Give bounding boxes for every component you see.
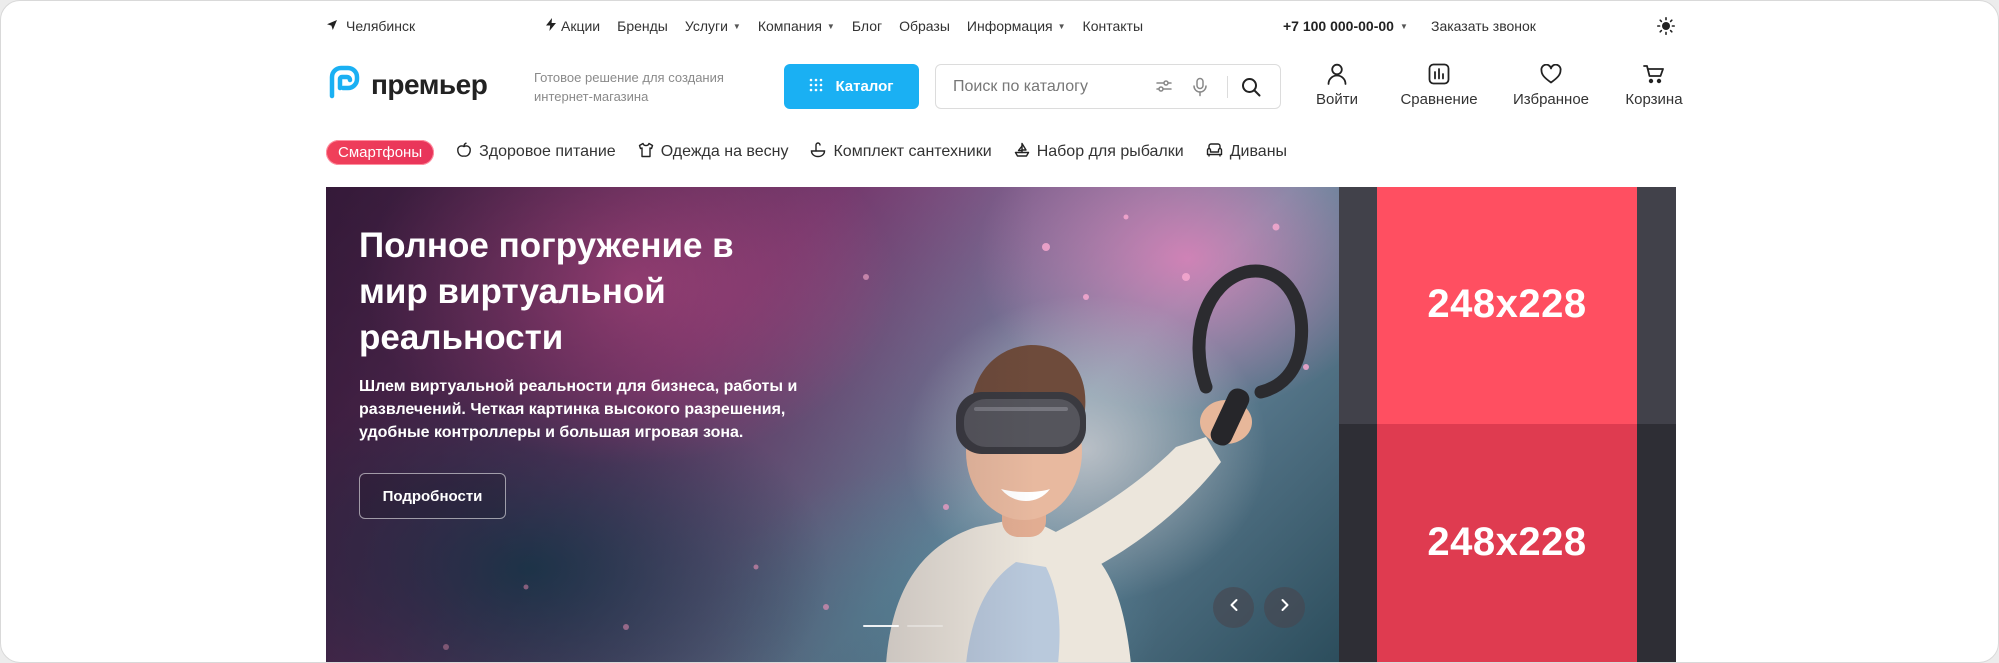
chip-smartphones[interactable]: Смартфоны bbox=[326, 139, 435, 165]
chip-label: Набор для рыбалки bbox=[1036, 143, 1184, 160]
nav-item-company[interactable]: Компания ▼ bbox=[758, 18, 835, 34]
apple-icon bbox=[456, 142, 472, 163]
header: премьер Готовое решение для создания инт… bbox=[326, 61, 1683, 111]
nav-item-label: Услуги bbox=[684, 18, 728, 34]
boat-icon bbox=[1014, 142, 1030, 163]
caret-down-icon: ▼ bbox=[826, 21, 835, 31]
nav-item-label: Образы bbox=[899, 18, 950, 34]
category-chips: Смартфоны Здоровое питание Одежда на вес… bbox=[326, 139, 1676, 165]
logo[interactable]: премьер bbox=[326, 65, 488, 104]
compare-button[interactable]: Сравнение bbox=[1399, 61, 1479, 108]
slider-dot[interactable] bbox=[863, 625, 899, 627]
hero-description: Шлем виртуальной реальности для бизнеса,… bbox=[359, 378, 798, 441]
favorites-button[interactable]: Избранное bbox=[1511, 61, 1591, 108]
nav-item-label: Блог bbox=[851, 18, 883, 34]
city-selector[interactable]: Челябинск bbox=[326, 18, 546, 34]
sofa-icon bbox=[1206, 142, 1223, 163]
search-input[interactable] bbox=[953, 77, 1153, 96]
caret-down-icon: ▼ bbox=[732, 21, 741, 31]
search-divider bbox=[1227, 76, 1228, 98]
cart-icon bbox=[1643, 61, 1665, 87]
caret-down-icon: ▼ bbox=[1057, 21, 1066, 31]
sun-icon[interactable] bbox=[1656, 16, 1676, 36]
catalog-button-label: Каталог bbox=[835, 78, 894, 95]
slider-dots bbox=[863, 625, 943, 627]
side-banner-bottom[interactable]: 248x228 bbox=[1377, 424, 1637, 662]
logo-text: премьер bbox=[371, 68, 488, 100]
nav-item-label: Информация bbox=[966, 18, 1053, 34]
user-icon bbox=[1327, 61, 1347, 87]
banner-size-label: 248x228 bbox=[1427, 520, 1587, 564]
browser-frame: Челябинск Акции Бренды Услуги ▼ Компания… bbox=[0, 0, 1999, 663]
nav-item-label: Акции bbox=[561, 18, 601, 34]
side-banner-top[interactable]: 248x228 bbox=[1377, 187, 1637, 424]
chip-label: Смартфоны bbox=[338, 143, 423, 161]
top-bar: Челябинск Акции Бренды Услуги ▼ Компания… bbox=[326, 13, 1676, 39]
bolt-icon bbox=[546, 18, 556, 34]
chip-label: Диваны bbox=[1229, 143, 1288, 160]
slider-dot[interactable] bbox=[907, 625, 943, 627]
filter-settings-icon[interactable] bbox=[1155, 77, 1173, 100]
grid-dots-icon bbox=[809, 78, 823, 96]
chip-label: Одежда на весну bbox=[660, 143, 789, 160]
phone-dropdown[interactable]: +7 100 000-00-00 ▼ bbox=[1283, 18, 1408, 34]
chevron-right-icon bbox=[1280, 598, 1290, 617]
heart-icon bbox=[1540, 61, 1562, 87]
hero-title: Полное погружение в мир виртуальной реал… bbox=[359, 226, 734, 357]
hero-more-button[interactable]: Подробности bbox=[359, 473, 506, 519]
microphone-icon[interactable] bbox=[1192, 77, 1208, 102]
login-button[interactable]: Войти bbox=[1308, 61, 1366, 108]
chip-spring-clothes[interactable]: Одежда на весну bbox=[638, 142, 789, 163]
search-box bbox=[935, 64, 1281, 109]
nav-item-blog[interactable]: Блог bbox=[852, 18, 882, 34]
location-arrow-icon bbox=[326, 18, 338, 34]
sink-icon bbox=[810, 141, 826, 163]
search-icon[interactable] bbox=[1241, 77, 1261, 102]
prev-slide-button[interactable] bbox=[1213, 587, 1254, 628]
chip-fishing-set[interactable]: Набор для рыбалки bbox=[1014, 142, 1184, 163]
nav-item-services[interactable]: Услуги ▼ bbox=[685, 18, 741, 34]
nav-item-info[interactable]: Информация ▼ bbox=[967, 18, 1066, 34]
tagline: Готовое решение для создания интернет-ма… bbox=[534, 70, 724, 104]
side-banners: 248x228 248x228 bbox=[1339, 187, 1676, 662]
nav-item-label: Контакты bbox=[1082, 18, 1144, 34]
catalog-button[interactable]: Каталог bbox=[784, 64, 919, 109]
nav-item-looks[interactable]: Образы bbox=[899, 18, 950, 34]
chip-plumbing-set[interactable]: Комплект сантехники bbox=[810, 141, 992, 163]
cart-label: Корзина bbox=[1625, 91, 1683, 108]
compare-label: Сравнение bbox=[1400, 91, 1478, 108]
header-actions: Войти Сравнение Избранное Корзина bbox=[1308, 61, 1689, 108]
chevron-left-icon bbox=[1229, 598, 1239, 617]
logo-icon bbox=[326, 65, 360, 104]
chip-sofas[interactable]: Диваны bbox=[1206, 142, 1287, 163]
cart-button[interactable]: Корзина bbox=[1619, 61, 1689, 108]
nav-item-contacts[interactable]: Контакты bbox=[1083, 18, 1143, 34]
city-label: Челябинск bbox=[346, 18, 416, 34]
nav-item-brands[interactable]: Бренды bbox=[617, 18, 668, 34]
banner-size-label: 248x228 bbox=[1427, 282, 1587, 326]
nav-item-label: Бренды bbox=[617, 18, 668, 34]
shirt-icon bbox=[638, 142, 654, 163]
chip-healthy-food[interactable]: Здоровое питание bbox=[456, 142, 616, 163]
caret-down-icon: ▼ bbox=[1399, 21, 1408, 31]
compare-icon bbox=[1428, 61, 1450, 87]
nav-item-label: Компания bbox=[757, 18, 822, 34]
hero-slider: Полное погружение в мир виртуальной реал… bbox=[326, 187, 1339, 662]
next-slide-button[interactable] bbox=[1264, 587, 1305, 628]
favorites-label: Избранное bbox=[1512, 91, 1590, 108]
phone-number: +7 100 000-00-00 bbox=[1283, 18, 1394, 34]
chip-label: Здоровое питание bbox=[479, 143, 616, 160]
login-label: Войти bbox=[1316, 91, 1358, 108]
nav-item-promo[interactable]: Акции bbox=[546, 18, 600, 34]
slider-nav bbox=[1213, 587, 1305, 628]
callback-link[interactable]: Заказать звонок bbox=[1431, 18, 1536, 34]
chip-label: Комплект сантехники bbox=[833, 143, 992, 160]
top-nav: Акции Бренды Услуги ▼ Компания ▼ Блог Об… bbox=[546, 18, 1143, 34]
